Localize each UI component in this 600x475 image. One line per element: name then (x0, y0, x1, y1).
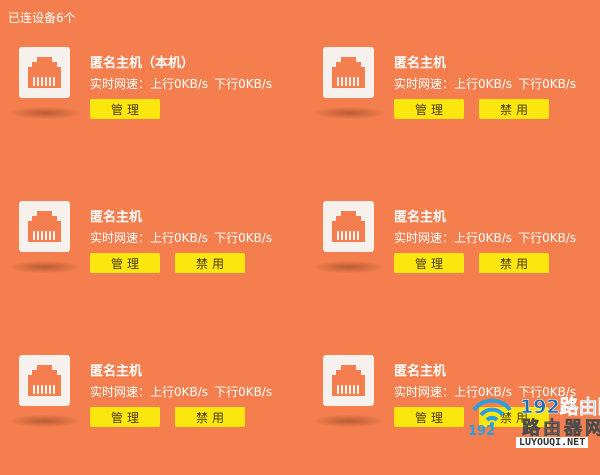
device-speed: 实时网速：上行0KB/s 下行0KB/s (90, 229, 272, 246)
device-card: 匿名主机 实时网速：上行0KB/s 下行0KB/s 管理 禁用 (8, 355, 288, 475)
device-speed: 实时网速：上行0KB/s 下行0KB/s (394, 75, 576, 92)
device-tile (323, 355, 374, 406)
tile-shadow (314, 107, 384, 119)
upload-speed: 上行0KB/s (150, 231, 209, 245)
speed-label: 实时网速： (394, 231, 455, 245)
device-speed: 实时网速：上行0KB/s 下行0KB/s (90, 383, 272, 400)
device-card: 匿名主机 实时网速：上行0KB/s 下行0KB/s 管理 禁用 (312, 47, 592, 167)
wifi-icon (472, 398, 512, 426)
download-speed: 下行0KB/s (214, 77, 273, 91)
manage-button[interactable]: 管理 (90, 99, 160, 119)
manage-button[interactable]: 管理 (394, 99, 464, 119)
download-speed: 下行0KB/s (214, 385, 273, 399)
device-speed: 实时网速：上行0KB/s 下行0KB/s (90, 75, 272, 92)
connected-devices-count: 已连设备6个 (8, 11, 76, 25)
block-button[interactable]: 禁用 (175, 407, 245, 427)
upload-speed: 上行0KB/s (150, 77, 209, 91)
tile-shadow (10, 107, 80, 119)
device-tile (19, 201, 70, 252)
manage-button[interactable]: 管理 (394, 407, 464, 427)
speed-label: 实时网速： (90, 231, 151, 245)
ethernet-port-icon (28, 211, 61, 242)
device-card: 匿名主机（本机） 实时网速：上行0KB/s 下行0KB/s 管理 (8, 47, 288, 167)
manage-button[interactable]: 管理 (90, 253, 160, 273)
download-speed: 下行0KB/s (518, 77, 577, 91)
device-name: 匿名主机（本机） (90, 56, 195, 71)
device-card: 匿名主机 实时网速：上行0KB/s 下行0KB/s 管理 禁用 (312, 201, 592, 321)
speed-label: 实时网速： (90, 77, 151, 91)
device-tile (19, 47, 70, 98)
device-name: 匿名主机 (394, 56, 447, 71)
tile-shadow (314, 261, 384, 273)
device-speed: 实时网速：上行0KB/s 下行0KB/s (394, 229, 576, 246)
block-button[interactable]: 禁用 (175, 253, 245, 273)
watermark-number: 192 (468, 424, 496, 439)
ethernet-port-icon (332, 211, 365, 242)
manage-button[interactable]: 管理 (90, 407, 160, 427)
device-name: 匿名主机 (90, 210, 143, 225)
upload-speed: 上行0KB/s (454, 231, 513, 245)
ethernet-port-icon (332, 57, 365, 88)
ethernet-port-icon (28, 57, 61, 88)
tile-shadow (314, 415, 384, 427)
upload-speed: 上行0KB/s (454, 77, 513, 91)
device-name: 匿名主机 (394, 210, 447, 225)
device-tile (323, 47, 374, 98)
tile-shadow (10, 261, 80, 273)
ethernet-port-icon (332, 365, 365, 396)
speed-label: 实时网速： (90, 385, 151, 399)
block-button[interactable]: 禁用 (479, 99, 549, 119)
speed-label: 实时网速： (394, 77, 455, 91)
device-tile (19, 355, 70, 406)
watermark-logo: 192 192路由网 路由器网 LUYOUQI.NET (468, 390, 600, 454)
download-speed: 下行0KB/s (518, 231, 577, 245)
ethernet-port-icon (28, 365, 61, 396)
device-name: 匿名主机 (394, 364, 447, 379)
device-name: 匿名主机 (90, 364, 143, 379)
speed-label: 实时网速： (394, 385, 455, 399)
manage-button[interactable]: 管理 (394, 253, 464, 273)
download-speed: 下行0KB/s (214, 231, 273, 245)
watermark-url: LUYOUQI.NET (516, 437, 589, 448)
upload-speed: 上行0KB/s (150, 385, 209, 399)
device-card: 匿名主机 实时网速：上行0KB/s 下行0KB/s 管理 禁用 (8, 201, 288, 321)
block-button[interactable]: 禁用 (479, 253, 549, 273)
device-tile (323, 201, 374, 252)
tile-shadow (10, 415, 80, 427)
